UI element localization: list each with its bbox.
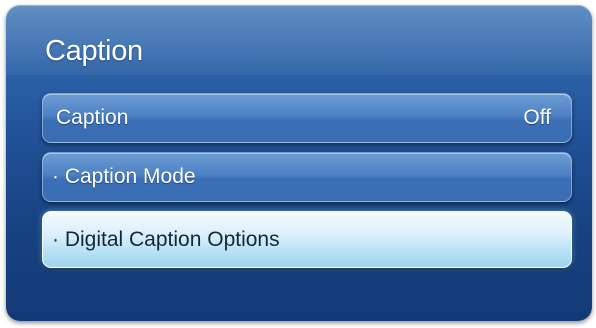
- caption-menu-panel: Caption Caption Off · Caption Mode · Dig…: [6, 5, 592, 321]
- caption-mode-label: · Caption Mode: [52, 165, 196, 188]
- digital-caption-options-item[interactable]: · Digital Caption Options: [42, 211, 572, 268]
- caption-screen: Caption Caption Off · Caption Mode · Dig…: [0, 0, 596, 328]
- caption-toggle-value: Off: [523, 106, 551, 129]
- menu-title: Caption: [45, 35, 143, 67]
- digital-caption-options-label: · Digital Caption Options: [52, 227, 280, 251]
- caption-toggle-item[interactable]: Caption Off: [42, 93, 572, 143]
- caption-mode-item[interactable]: · Caption Mode: [42, 152, 572, 202]
- caption-toggle-label: Caption: [56, 106, 129, 129]
